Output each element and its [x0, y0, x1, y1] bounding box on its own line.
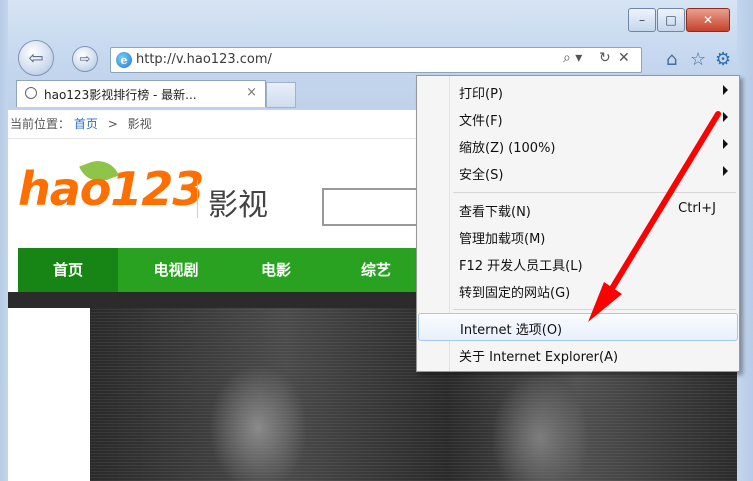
menu-item-about-ie[interactable]: 关于 Internet Explorer(A): [418, 341, 738, 367]
menu-item-file[interactable]: 文件(F): [418, 105, 738, 131]
logo-divider: [197, 180, 198, 218]
menu-item-pinned-sites[interactable]: 转到固定的网站(G): [418, 277, 738, 303]
menu-separator: [453, 309, 736, 310]
submenu-arrow-icon: [723, 85, 728, 95]
tools-gear-icon[interactable]: ⚙: [715, 49, 731, 70]
new-tab-button[interactable]: [266, 82, 296, 108]
breadcrumb-separator: >: [107, 117, 118, 131]
menu-item-f12-devtools[interactable]: F12 开发人员工具(L): [418, 250, 738, 276]
tab-loading-icon: [25, 87, 37, 99]
submenu-arrow-icon: [723, 112, 728, 122]
menu-item-manage-addons[interactable]: 管理加载项(M): [418, 223, 738, 249]
tab-close-icon[interactable]: ×: [246, 85, 257, 100]
menu-item-label: 管理加载项(M): [459, 232, 546, 247]
menu-item-shortcut: Ctrl+J: [678, 201, 716, 216]
site-logo-subtitle: 影视: [208, 188, 268, 223]
menu-item-label: 安全(S): [459, 168, 504, 183]
maximize-button[interactable]: □: [657, 8, 685, 32]
tools-menu: 打印(P) 文件(F) 缩放(Z) (100%) 安全(S) 查看下载(N) C…: [416, 75, 740, 372]
minimize-button[interactable]: –: [628, 8, 656, 32]
submenu-arrow-icon: [723, 139, 728, 149]
menu-item-label: Internet 选项(O): [460, 323, 563, 338]
forward-button[interactable]: ⇨: [72, 46, 98, 72]
menu-item-label: 关于 Internet Explorer(A): [459, 350, 619, 365]
window-left-border: [0, 0, 8, 481]
forward-arrow-icon: ⇨: [79, 51, 91, 67]
menu-item-view-downloads[interactable]: 查看下载(N) Ctrl+J: [418, 196, 738, 222]
menu-separator: [453, 192, 736, 193]
search-dropdown-icon[interactable]: ⌕ ▾: [563, 50, 582, 66]
menu-item-label: 转到固定的网站(G): [459, 286, 571, 301]
breadcrumb-current: 影视: [127, 117, 152, 131]
back-button[interactable]: ⇦: [18, 40, 54, 76]
nav-item-variety[interactable]: 综艺: [336, 248, 416, 292]
back-arrow-icon: ⇦: [28, 47, 44, 69]
home-icon[interactable]: ⌂: [666, 49, 677, 70]
nav-item-home[interactable]: 首页: [18, 248, 118, 292]
menu-item-label: 缩放(Z) (100%): [459, 141, 556, 156]
breadcrumb-home-link[interactable]: 首页: [74, 117, 98, 131]
menu-item-label: 打印(P): [459, 87, 503, 102]
menu-item-internet-options[interactable]: Internet 选项(O): [418, 313, 738, 341]
stop-icon[interactable]: ✕: [618, 50, 630, 66]
browser-tab[interactable]: hao123影视排行榜 - 最新... ×: [16, 80, 266, 107]
nav-item-tv[interactable]: 电视剧: [126, 248, 226, 292]
nav-item-movie[interactable]: 电影: [234, 248, 318, 292]
site-logo[interactable]: hao123: [18, 162, 204, 216]
submenu-arrow-icon: [723, 166, 728, 176]
menu-item-label: 文件(F): [459, 114, 503, 129]
site-nav-bar: 首页 电视剧 电影 综艺: [18, 248, 418, 292]
favorites-star-icon[interactable]: ☆: [690, 49, 706, 70]
ie-page-icon: e: [116, 52, 132, 68]
address-url[interactable]: http://v.hao123.com/: [136, 52, 272, 67]
refresh-icon[interactable]: ↻: [599, 50, 611, 66]
menu-item-print[interactable]: 打印(P): [418, 78, 738, 104]
tab-title: hao123影视排行榜 - 最新...: [44, 88, 197, 102]
menu-item-label: 查看下载(N): [459, 205, 531, 220]
breadcrumb-prefix: 当前位置：: [10, 117, 71, 131]
menu-item-zoom[interactable]: 缩放(Z) (100%): [418, 132, 738, 158]
address-bar[interactable]: e http://v.hao123.com/ ⌕ ▾ ↻ ✕: [110, 47, 642, 73]
menu-item-label: F12 开发人员工具(L): [459, 259, 583, 274]
breadcrumb: 当前位置： 首页 > 影视: [10, 115, 152, 132]
menu-item-safety[interactable]: 安全(S): [418, 159, 738, 185]
close-window-button[interactable]: ✕: [686, 8, 730, 32]
